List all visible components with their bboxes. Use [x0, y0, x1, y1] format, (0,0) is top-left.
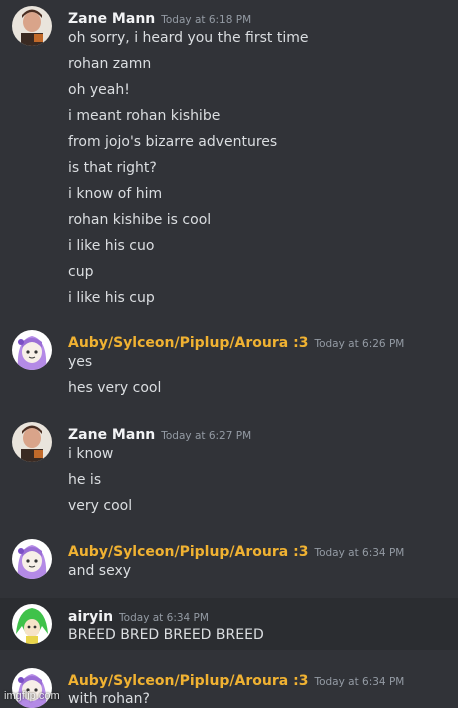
- message-text: hes very cool: [68, 380, 162, 396]
- imgflip-watermark: imgflip.com: [4, 690, 60, 702]
- message-group: Auby/Sylceon/Piplup/Aroura :3 Today at 6:…: [0, 318, 458, 410]
- message-text: he is: [68, 472, 102, 488]
- message-text: and sexy: [68, 563, 132, 579]
- timestamp: Today at 6:27 PM: [161, 430, 252, 442]
- message-header: airyin Today at 6:34 PM: [68, 606, 209, 625]
- timestamp: Today at 6:18 PM: [161, 14, 252, 26]
- message-text: is that right?: [68, 160, 157, 176]
- message-header: Auby/Sylceon/Piplup/Aroura :3 Today at 6:…: [68, 332, 404, 351]
- message-group: Auby/Sylceon/Piplup/Aroura :3 Today at 6:…: [0, 650, 458, 708]
- avatar[interactable]: [12, 330, 52, 370]
- message-group: Zane Mann Today at 6:27 PM i know he is v…: [0, 410, 458, 528]
- author-name[interactable]: airyin: [68, 609, 113, 625]
- author-name[interactable]: Auby/Sylceon/Piplup/Aroura :3: [68, 673, 308, 689]
- author-name[interactable]: Auby/Sylceon/Piplup/Aroura :3: [68, 544, 308, 560]
- message-header: Auby/Sylceon/Piplup/Aroura :3 Today at 6:…: [68, 541, 404, 560]
- avatar[interactable]: [12, 539, 52, 579]
- message-text: with rohan?: [68, 691, 150, 707]
- message-text: rohan zamn: [68, 56, 152, 72]
- message-group: airyin Today at 6:34 PM BREED BRED BREED …: [0, 598, 458, 650]
- message-group: Auby/Sylceon/Piplup/Aroura :3 Today at 6:…: [0, 528, 458, 598]
- message-header: Zane Mann Today at 6:27 PM: [68, 424, 251, 443]
- message-text: i like his cup: [68, 290, 155, 306]
- timestamp: Today at 6:26 PM: [314, 338, 405, 350]
- author-name[interactable]: Auby/Sylceon/Piplup/Aroura :3: [68, 335, 308, 351]
- message-text: oh sorry, i heard you the first time: [68, 30, 309, 46]
- message-group: Zane Mann Today at 6:18 PM oh sorry, i he…: [0, 0, 458, 318]
- message-text: BREED BRED BREED BREED: [68, 627, 264, 643]
- timestamp: Today at 6:34 PM: [314, 676, 405, 688]
- message-text: oh yeah!: [68, 82, 130, 98]
- message-header: Auby/Sylceon/Piplup/Aroura :3 Today at 6:…: [68, 670, 404, 689]
- avatar[interactable]: [12, 6, 52, 46]
- message-header: Zane Mann Today at 6:18 PM: [68, 8, 251, 27]
- message-text: very cool: [68, 498, 133, 514]
- avatar[interactable]: [12, 604, 52, 644]
- timestamp: Today at 6:34 PM: [314, 547, 405, 559]
- message-text: i know: [68, 446, 114, 462]
- message-text: yes: [68, 354, 93, 370]
- message-text: i like his cuo: [68, 238, 155, 254]
- avatar[interactable]: [12, 668, 52, 708]
- author-name[interactable]: Zane Mann: [68, 427, 155, 443]
- message-text: rohan kishibe is cool: [68, 212, 212, 228]
- avatar[interactable]: [12, 422, 52, 462]
- message-text: i know of him: [68, 186, 163, 202]
- timestamp: Today at 6:34 PM: [119, 612, 209, 624]
- message-text: cup: [68, 264, 94, 280]
- message-text: from jojo's bizarre adventures: [68, 134, 278, 150]
- message-text: i meant rohan kishibe: [68, 108, 221, 124]
- author-name[interactable]: Zane Mann: [68, 11, 155, 27]
